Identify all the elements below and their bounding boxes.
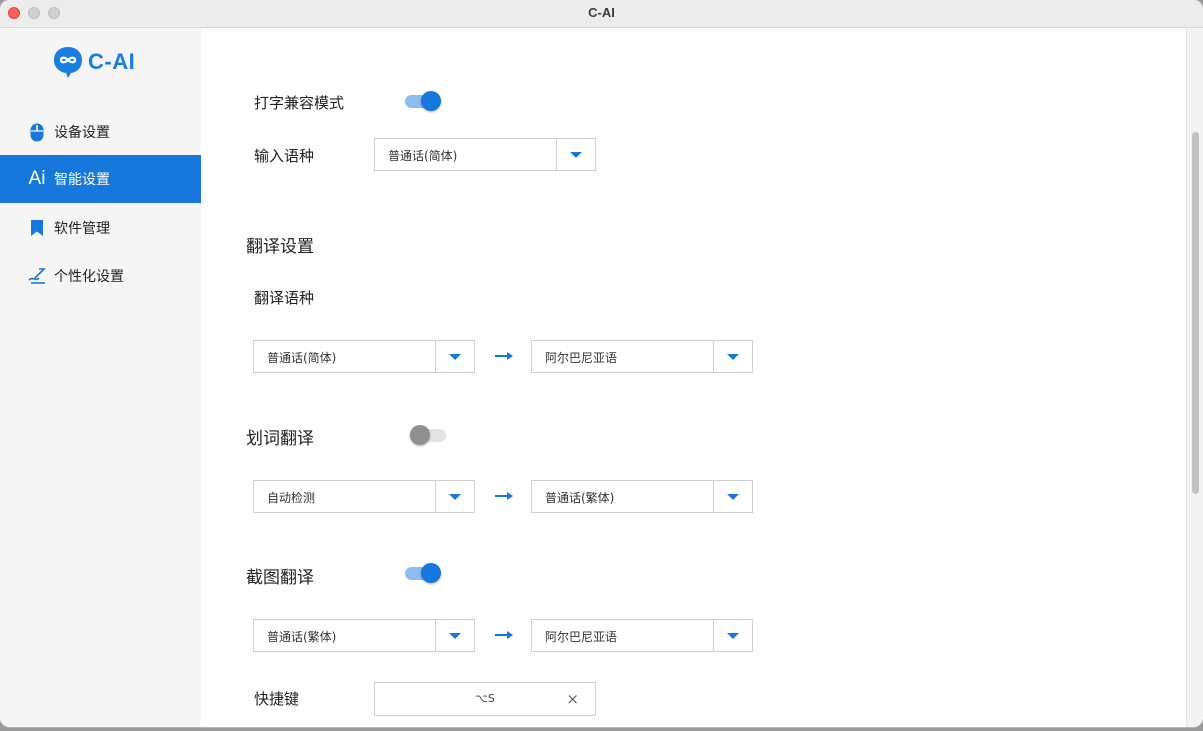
mouse-icon (27, 122, 47, 142)
select-value: 自动检测 (267, 491, 316, 505)
sidebar-item-label: 设备设置 (54, 125, 110, 141)
dropdown-button[interactable] (713, 481, 752, 512)
typing-compat-toggle[interactable] (405, 89, 445, 113)
bookmark-icon (27, 218, 47, 238)
dropdown-button[interactable] (435, 481, 474, 512)
logo-text: C-AI (88, 49, 136, 74)
dropdown-button[interactable] (556, 139, 595, 170)
select-value: 阿尔巴尼亚语 (545, 630, 618, 644)
dropdown-button[interactable] (435, 620, 474, 651)
vertical-scrollbar[interactable] (1186, 28, 1203, 727)
screenshot-translate-label: 截图翻译 (246, 568, 314, 588)
app-logo: C-AI (52, 44, 135, 80)
word-translate-toggle[interactable] (410, 423, 450, 447)
translate-from-select[interactable]: 普通话(简体) (253, 340, 475, 373)
title-bar: C-AI (0, 0, 1203, 28)
sidebar-item-label: 智能设置 (54, 172, 110, 188)
input-lang-label: 输入语种 (254, 147, 315, 165)
logo-icon (54, 47, 82, 78)
caret-down-icon (727, 633, 739, 639)
select-value: 普通话(繁体) (545, 491, 615, 505)
screenshot-translate-toggle[interactable] (405, 561, 445, 585)
select-value: 普通话(简体) (388, 149, 458, 163)
dropdown-button[interactable] (435, 341, 474, 372)
window-title: C-AI (588, 5, 615, 20)
caret-down-icon (449, 354, 461, 360)
word-translate-from-select[interactable]: 自动检测 (253, 480, 475, 513)
sidebar-item-software-management[interactable]: 软件管理 (0, 204, 201, 252)
select-value: 普通话(繁体) (267, 630, 337, 644)
word-translate-label: 划词翻译 (246, 429, 314, 449)
translate-to-select[interactable]: 阿尔巴尼亚语 (531, 340, 753, 373)
caret-down-icon (449, 633, 461, 639)
caret-down-icon (570, 152, 582, 158)
hotkey-input[interactable]: ⌥S × (374, 682, 596, 716)
caret-down-icon (449, 494, 461, 500)
arrow-right-icon (495, 352, 513, 360)
typing-compat-label: 打字兼容模式 (254, 94, 345, 112)
select-value: 阿尔巴尼亚语 (545, 351, 618, 365)
toggle-knob (421, 563, 441, 583)
dropdown-button[interactable] (713, 620, 752, 651)
word-translate-to-select[interactable]: 普通话(繁体) (531, 480, 753, 513)
sidebar-item-personalization[interactable]: 个性化设置 (0, 252, 201, 300)
screenshot-translate-from-select[interactable]: 普通话(繁体) (253, 619, 475, 652)
hotkey-value: ⌥S (475, 692, 495, 705)
sidebar: C-AI 设备设置 Ai 智能设置 软件管理 个性化设置 (0, 28, 201, 727)
toggle-knob (421, 91, 441, 111)
sidebar-item-label: 软件管理 (54, 221, 110, 237)
dropdown-button[interactable] (713, 341, 752, 372)
arrow-right-icon (495, 492, 513, 500)
sidebar-item-device-settings[interactable]: 设备设置 (0, 108, 201, 156)
ai-icon: Ai (28, 168, 46, 189)
sidebar-item-label: 个性化设置 (54, 269, 124, 285)
toggle-knob (410, 425, 430, 445)
hotkey-label: 快捷键 (254, 690, 300, 708)
arrow-right-icon (495, 631, 513, 639)
pen-icon (27, 266, 47, 286)
input-lang-select[interactable]: 普通话(简体) (374, 138, 596, 171)
scrollbar-thumb[interactable] (1192, 132, 1199, 494)
translate-section-title: 翻译设置 (246, 237, 314, 257)
caret-down-icon (727, 494, 739, 500)
clear-hotkey-icon[interactable]: × (566, 690, 579, 708)
screenshot-translate-to-select[interactable]: 阿尔巴尼亚语 (531, 619, 753, 652)
sidebar-item-smart-settings[interactable]: Ai 智能设置 (0, 155, 201, 203)
select-value: 普通话(简体) (267, 351, 337, 365)
translate-lang-label: 翻译语种 (254, 289, 315, 307)
app-window: C-AI C-AI 设备设置 Ai 智能设置 软件管理 个性化设置 打字兼容模式… (0, 0, 1203, 727)
caret-down-icon (727, 354, 739, 360)
